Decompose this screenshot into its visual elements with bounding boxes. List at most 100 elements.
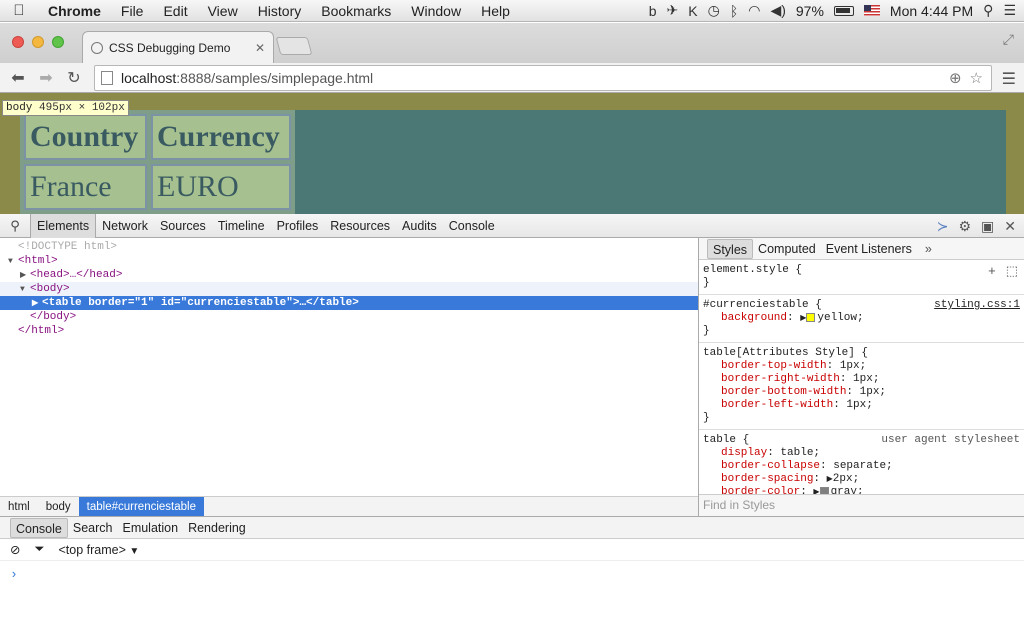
- drawer-tab-console[interactable]: Console: [10, 517, 68, 538]
- chrome-menu-icon[interactable]: ☰: [1002, 69, 1016, 89]
- more-tabs-icon[interactable]: »: [925, 242, 932, 256]
- battery-percent[interactable]: 97%: [796, 3, 824, 19]
- crumb-html[interactable]: html: [0, 497, 38, 517]
- tab-timeline[interactable]: Timeline: [212, 214, 271, 238]
- notification-list-icon[interactable]: ☰: [1003, 2, 1016, 19]
- address-bar[interactable]: localhost:8888/samples/simplepage.html ⊕…: [94, 65, 992, 91]
- dom-head[interactable]: ▶ <head>…</head>: [0, 268, 698, 282]
- dom-doctype[interactable]: <!DOCTYPE html>: [0, 240, 698, 254]
- console-prompt[interactable]: ›: [0, 561, 1024, 588]
- input-source-flag-icon[interactable]: [863, 5, 880, 16]
- color-swatch[interactable]: [819, 486, 829, 494]
- expand-triangle-icon[interactable]: ▼: [20, 283, 30, 297]
- clear-console-icon[interactable]: ⊘: [10, 542, 20, 557]
- inspect-search-icon[interactable]: ⚲: [0, 218, 30, 234]
- window-close-button[interactable]: [12, 36, 24, 48]
- menu-app-name[interactable]: Chrome: [38, 3, 111, 19]
- filter-icon[interactable]: ⏷: [34, 542, 44, 557]
- tab-console[interactable]: Console: [443, 214, 501, 238]
- reload-icon[interactable]: ↻: [60, 68, 88, 88]
- drawer-tab-rendering[interactable]: Rendering: [183, 518, 251, 538]
- console-drawer-icon[interactable]: ≻: [937, 218, 949, 235]
- bluetooth-icon[interactable]: ᛒ: [730, 3, 738, 19]
- menu-bookmarks[interactable]: Bookmarks: [311, 3, 401, 19]
- rule-property[interactable]: display: table;: [703, 447, 1020, 460]
- rule-property[interactable]: border-spacing: ▶2px;: [703, 473, 1020, 486]
- crumb-body[interactable]: body: [38, 497, 79, 517]
- devtools-tabbar: ⚲ Elements Network Sources Timeline Prof…: [0, 213, 1024, 238]
- window-minimize-button[interactable]: [32, 36, 44, 48]
- expand-triangle-icon[interactable]: ▼: [8, 255, 18, 269]
- dom-table-selected[interactable]: ▶ <table border="1" id="currenciestable">…: [0, 296, 698, 310]
- menu-file[interactable]: File: [111, 3, 154, 19]
- rule-property[interactable]: border-right-width: 1px;: [703, 373, 1020, 386]
- wifi-icon[interactable]: ◠: [748, 2, 760, 19]
- back-arrow-icon[interactable]: ⬅: [4, 68, 32, 88]
- zoom-icon[interactable]: ⊕: [949, 69, 962, 87]
- tab-close-icon[interactable]: ✕: [255, 41, 265, 55]
- dom-body[interactable]: ▼ <body>: [0, 282, 698, 296]
- window-zoom-button[interactable]: [52, 36, 64, 48]
- menu-view[interactable]: View: [198, 3, 248, 19]
- time-machine-icon[interactable]: ◷: [708, 2, 720, 19]
- toggle-state-icon[interactable]: ⬚: [1006, 264, 1018, 277]
- rule-property[interactable]: border-top-width: 1px;: [703, 360, 1020, 373]
- tab-resources[interactable]: Resources: [324, 214, 396, 238]
- drawer-tab-emulation[interactable]: Emulation: [117, 518, 183, 538]
- tab-styles[interactable]: Styles: [707, 238, 754, 259]
- rule-source-link[interactable]: styling.css:1: [934, 299, 1020, 312]
- tab-profiles[interactable]: Profiles: [271, 214, 325, 238]
- collapse-triangle-icon[interactable]: ▶: [32, 297, 42, 311]
- devtools-close-icon[interactable]: ✕: [1004, 218, 1016, 235]
- tab-sources[interactable]: Sources: [154, 214, 212, 238]
- dock-icon[interactable]: ▣: [981, 218, 994, 235]
- rule-property[interactable]: border-collapse: separate;: [703, 460, 1020, 473]
- browser-tab[interactable]: CSS Debugging Demo ✕: [82, 31, 274, 63]
- b-icon[interactable]: b: [649, 3, 657, 19]
- menu-history[interactable]: History: [248, 3, 312, 19]
- crumb-table[interactable]: table#currenciestable: [78, 496, 204, 517]
- tab-event-listeners[interactable]: Event Listeners: [821, 239, 917, 259]
- battery-icon[interactable]: [833, 5, 854, 16]
- new-tab-button[interactable]: [275, 37, 313, 55]
- color-swatch[interactable]: [806, 312, 816, 322]
- tab-elements[interactable]: Elements: [30, 213, 97, 238]
- rule-user-agent-table[interactable]: table { user agent stylesheet display: t…: [699, 430, 1024, 494]
- rule-property[interactable]: border-bottom-width: 1px;: [703, 386, 1020, 399]
- volume-icon[interactable]: ◀): [770, 2, 785, 19]
- dom-html[interactable]: ▼ <html>: [0, 254, 698, 268]
- crane-icon[interactable]: ✈: [667, 2, 679, 19]
- fullscreen-icon[interactable]: ⤢: [1003, 31, 1014, 48]
- tab-network[interactable]: Network: [96, 214, 154, 238]
- menu-help[interactable]: Help: [471, 3, 520, 19]
- bookmark-star-icon[interactable]: ☆: [970, 69, 983, 87]
- tab-computed[interactable]: Computed: [753, 239, 821, 259]
- rule-element-style[interactable]: element.style { } + ⬚: [699, 260, 1024, 295]
- property-value: 1px;: [859, 386, 887, 398]
- drawer-tab-search[interactable]: Search: [68, 518, 118, 538]
- frame-selector[interactable]: <top frame> ▼: [59, 543, 140, 557]
- rule-property[interactable]: background: ▶ yellow;: [703, 312, 1020, 325]
- forward-arrow-icon[interactable]: ➡: [32, 68, 60, 88]
- globe-icon: [91, 41, 103, 54]
- find-in-styles-input[interactable]: Find in Styles: [699, 494, 1024, 516]
- dom-body-close[interactable]: </body>: [0, 310, 698, 324]
- k-icon[interactable]: K: [688, 3, 697, 19]
- apple-icon[interactable]: : [0, 2, 38, 19]
- menu-edit[interactable]: Edit: [153, 3, 197, 19]
- add-rule-icon[interactable]: +: [988, 264, 996, 277]
- collapse-triangle-icon[interactable]: ▶: [20, 269, 30, 283]
- menu-window[interactable]: Window: [401, 3, 471, 19]
- rule-attributes-style[interactable]: table[Attributes Style] { border-top-wid…: [699, 343, 1024, 430]
- rule-currenciestable[interactable]: #currenciestable { styling.css:1 backgro…: [699, 295, 1024, 343]
- clock[interactable]: Mon 4:44 PM: [890, 3, 973, 19]
- rule-property[interactable]: border-color: ▶ gray;: [703, 486, 1020, 494]
- rule-property[interactable]: border-left-width: 1px;: [703, 399, 1020, 412]
- spotlight-search-icon[interactable]: ⚲: [983, 2, 993, 19]
- settings-gear-icon[interactable]: ⚙: [958, 218, 971, 235]
- dom-html-close[interactable]: </html>: [0, 324, 698, 338]
- table-header-country: Country: [24, 114, 147, 160]
- rule-close: }: [703, 325, 710, 337]
- tab-audits[interactable]: Audits: [396, 214, 443, 238]
- menubar-status-area: b ✈ K ◷ ᛒ ◠ ◀) 97% Mon 4:44 PM ⚲ ☰: [649, 2, 1024, 19]
